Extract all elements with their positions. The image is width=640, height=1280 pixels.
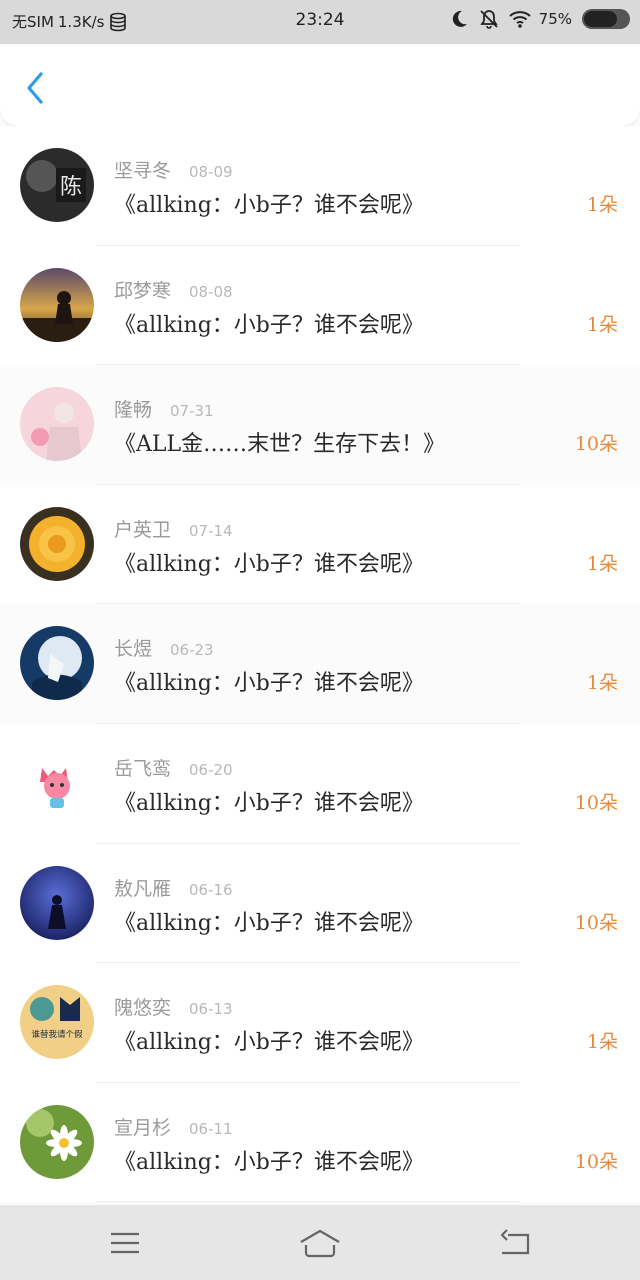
user-name: 长煜 (114, 638, 153, 661)
book-title: 《allking：小b子？谁不会呢》 (114, 910, 424, 936)
user-name: 邱梦寒 (114, 279, 172, 302)
flower-count: 10朵 (574, 1150, 618, 1173)
menu-button[interactable] (105, 1225, 145, 1261)
header-bar (0, 44, 640, 126)
avatar[interactable]: 陈 (20, 148, 94, 222)
date: 08-09 (189, 163, 233, 181)
flower-count: 1朵 (586, 672, 618, 695)
list-item[interactable]: 邱梦寒 08-08 《allking：小b子？谁不会呢》 1朵 (0, 245, 640, 366)
system-nav-bar (0, 1205, 640, 1280)
book-title: 《allking：小b子？谁不会呢》 (114, 1149, 424, 1175)
flower-count: 10朵 (574, 433, 618, 456)
flower-count: 1朵 (586, 313, 618, 336)
name-line: 坚寻冬 08-09 (114, 156, 233, 183)
bell-off-icon (479, 9, 499, 29)
chevron-left-icon (27, 72, 43, 104)
avatar[interactable] (20, 626, 94, 701)
avatar-glyph: 陈 (60, 175, 82, 200)
wifi-icon (508, 9, 531, 29)
book-title: 《allking：小b子？谁不会呢》 (114, 1030, 424, 1056)
back-nav-button[interactable] (495, 1225, 535, 1261)
user-name: 坚寻冬 (114, 160, 172, 182)
battery-icon (582, 9, 630, 29)
book-title: 《allking：小b子？谁不会呢》 (114, 790, 424, 816)
avatar[interactable] (20, 267, 94, 342)
flower-count: 1朵 (586, 194, 618, 216)
status-bar: 无SIM 1.3K/s 23:24 75% (0, 0, 640, 44)
date: 06-11 (189, 1119, 233, 1138)
book-title: 《ALL金……末世？生存下去！》 (114, 432, 446, 458)
user-name: 户英卫 (114, 518, 172, 541)
user-name: 敖凡雁 (114, 877, 172, 900)
flower-count: 1朵 (586, 552, 618, 575)
home-button[interactable] (296, 1225, 344, 1261)
date: 07-14 (189, 521, 233, 540)
date: 07-31 (170, 402, 214, 421)
name-line: 岳飞鸾 06-20 (114, 754, 233, 781)
date: 06-13 (189, 1000, 233, 1019)
menu-icon (111, 1232, 139, 1254)
user-name: 隗悠奕 (114, 997, 172, 1020)
avatar[interactable] (20, 1104, 94, 1179)
flower-count: 10朵 (574, 911, 618, 934)
avatar[interactable]: 谁替我请个假 (20, 985, 94, 1060)
date: 06-16 (189, 880, 233, 899)
status-right: 75% (449, 9, 630, 29)
list-item[interactable]: 谁替我请个假 隗悠奕 06-13 《allking：小b子？谁不会呢》 1朵 (0, 963, 640, 1083)
home-icon (300, 1229, 340, 1258)
date: 06-20 (189, 760, 233, 779)
name-line: 邱梦寒 08-08 (114, 276, 233, 303)
book-title: 《allking：小b子？谁不会呢》 (114, 312, 424, 338)
reward-list: 陈 坚寻冬 08-09 《allking：小b子？谁不会呢》 1朵 邱梦寒 08… (0, 126, 640, 1203)
list-item[interactable]: 敖凡雁 06-16 《allking：小b子？谁不会呢》 10朵 (0, 843, 640, 964)
divider (96, 1201, 520, 1203)
avatar[interactable] (20, 865, 94, 940)
battery-fill (584, 11, 617, 27)
book-title: 《allking：小b子？谁不会呢》 (114, 193, 424, 218)
moon-icon (449, 9, 469, 29)
name-line: 长煜 06-23 (114, 634, 214, 661)
book-title: 《allking：小b子？谁不会呢》 (114, 551, 424, 577)
back-button[interactable] (20, 70, 50, 106)
list-item[interactable]: 岳飞鸾 06-20 《allking：小b子？谁不会呢》 10朵 (0, 723, 640, 844)
list-item[interactable]: 长煜 06-23 《allking：小b子？谁不会呢》 1朵 (0, 604, 640, 724)
list-item[interactable]: 宣月杉 06-11 《allking：小b子？谁不会呢》 10朵 (0, 1082, 640, 1203)
battery-percent: 75% (538, 10, 572, 28)
list-item[interactable]: 户英卫 07-14 《allking：小b子？谁不会呢》 1朵 (0, 484, 640, 605)
avatar[interactable] (20, 506, 94, 581)
flower-count: 1朵 (586, 1031, 618, 1054)
avatar-text: 谁替我请个假 (31, 1029, 83, 1040)
avatar[interactable] (20, 387, 94, 462)
user-name: 隆畅 (114, 399, 153, 422)
book-title: 《allking：小b子？谁不会呢》 (114, 671, 424, 697)
user-name: 岳飞鸾 (114, 757, 172, 780)
screen: 无SIM 1.3K/s 23:24 75% 陈 坚寻冬 08-09 《allki… (0, 0, 640, 1280)
name-line: 宣月杉 06-11 (114, 1113, 233, 1140)
avatar[interactable] (20, 745, 94, 820)
date: 08-08 (189, 282, 233, 301)
name-line: 敖凡雁 06-16 (114, 874, 233, 901)
name-line: 户英卫 07-14 (114, 515, 233, 542)
name-line: 隆畅 07-31 (114, 395, 214, 422)
name-line: 隗悠奕 06-13 (114, 993, 233, 1020)
back-icon (500, 1229, 530, 1255)
list-item[interactable]: 陈 坚寻冬 08-09 《allking：小b子？谁不会呢》 1朵 (0, 126, 640, 246)
date: 06-23 (170, 641, 214, 660)
user-name: 宣月杉 (114, 1116, 172, 1139)
flower-count: 10朵 (574, 791, 618, 814)
list-item[interactable]: 隆畅 07-31 《ALL金……末世？生存下去！》 10朵 (0, 365, 640, 485)
